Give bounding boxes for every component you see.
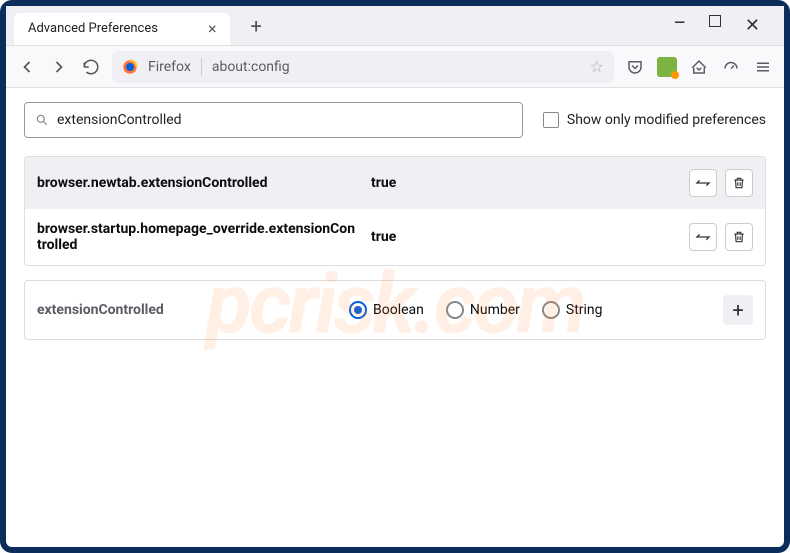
- radio-icon: [349, 301, 367, 319]
- back-button[interactable]: [16, 56, 38, 78]
- new-tab-button[interactable]: +: [242, 10, 269, 42]
- radio-label: String: [566, 302, 603, 318]
- tab-title: Advanced Preferences: [28, 21, 158, 36]
- minimize-button[interactable]: —: [674, 15, 685, 36]
- toggle-button[interactable]: [689, 169, 717, 197]
- radio-boolean[interactable]: Boolean: [349, 301, 424, 319]
- dashboard-icon[interactable]: [720, 56, 742, 78]
- brand-label: Firefox: [148, 59, 191, 75]
- add-button[interactable]: +: [723, 295, 753, 325]
- radio-string[interactable]: String: [542, 301, 603, 319]
- search-input[interactable]: [57, 112, 512, 128]
- new-pref-name: extensionControlled: [37, 302, 327, 318]
- forward-button[interactable]: [48, 56, 70, 78]
- url-text: about:config: [212, 59, 290, 75]
- delete-button[interactable]: [725, 169, 753, 197]
- pref-name: browser.startup.homepage_override.extens…: [37, 221, 357, 253]
- new-preference-row: extensionControlled Boolean Number Strin…: [24, 280, 766, 340]
- pref-value: true: [371, 229, 675, 245]
- table-row: browser.startup.homepage_override.extens…: [25, 209, 765, 265]
- radio-icon: [542, 301, 560, 319]
- window-controls: — ✕: [674, 15, 776, 36]
- radio-icon: [446, 301, 464, 319]
- toggle-button[interactable]: [689, 223, 717, 251]
- radio-label: Boolean: [373, 302, 424, 318]
- menu-button[interactable]: [752, 56, 774, 78]
- close-button[interactable]: ✕: [745, 15, 760, 36]
- browser-tab[interactable]: Advanced Preferences ×: [14, 13, 230, 45]
- radio-label: Number: [470, 302, 520, 318]
- modified-only-checkbox[interactable]: Show only modified preferences: [543, 112, 766, 128]
- type-radio-group: Boolean Number String: [349, 301, 603, 319]
- preferences-table: browser.newtab.extensionControlled true …: [24, 156, 766, 266]
- radio-number[interactable]: Number: [446, 301, 520, 319]
- close-icon[interactable]: ×: [208, 21, 217, 37]
- extension-icon[interactable]: [656, 56, 678, 78]
- reload-button[interactable]: [80, 56, 102, 78]
- pref-name: browser.newtab.extensionControlled: [37, 175, 357, 191]
- checkbox-label: Show only modified preferences: [567, 112, 766, 128]
- divider: [201, 58, 202, 76]
- toolbar: Firefox about:config ☆: [6, 46, 784, 88]
- url-bar[interactable]: Firefox about:config ☆: [112, 51, 614, 83]
- checkbox-icon: [543, 112, 559, 128]
- pocket-icon[interactable]: [624, 56, 646, 78]
- search-row: Show only modified preferences: [24, 102, 766, 138]
- pref-value: true: [371, 175, 675, 191]
- inbox-icon[interactable]: [688, 56, 710, 78]
- delete-button[interactable]: [725, 223, 753, 251]
- bookmark-icon[interactable]: ☆: [590, 57, 604, 76]
- titlebar: Advanced Preferences × + — ✕: [6, 6, 784, 46]
- table-row: browser.newtab.extensionControlled true: [25, 157, 765, 209]
- search-box[interactable]: [24, 102, 523, 138]
- firefox-icon: [122, 59, 138, 75]
- maximize-button[interactable]: [709, 15, 721, 36]
- content-area: Show only modified preferences browser.n…: [6, 88, 784, 354]
- search-icon: [35, 113, 49, 127]
